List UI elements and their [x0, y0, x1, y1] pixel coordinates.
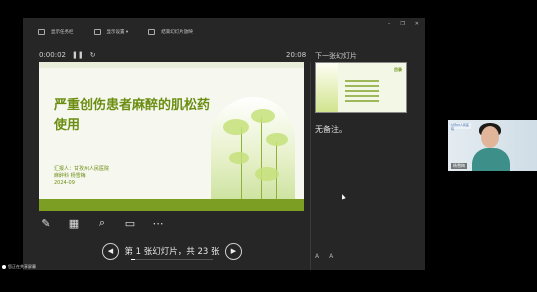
slide-department: 麻醉科 杨雪梅 — [54, 173, 86, 179]
next-icon[interactable]: ▶ — [225, 242, 242, 260]
presenter-toolbar: 显示任务栏 显示设置 ▾ 结束幻灯片放映 — [23, 18, 425, 45]
pause-icon[interactable]: ❚❚ — [72, 51, 84, 59]
close-button[interactable]: ✕ — [415, 21, 419, 27]
display-settings-button[interactable]: 显示设置 ▾ — [93, 28, 129, 35]
slide-meta: 汇报人：甘孜州人民医院 麻醉科 杨雪梅 2024-09 — [54, 166, 109, 187]
clock: 20:08 — [286, 51, 307, 59]
sharing-icon — [2, 265, 6, 269]
slide-navigation: ◀ 第 1 张幻灯片，共 23 张 ▶ — [102, 242, 242, 260]
current-slide[interactable]: 严重创伤患者麻醉的肌松药使用 汇报人：甘孜州人民医院 麻醉科 杨雪梅 2024-… — [39, 62, 304, 211]
presenter-view: 显示任务栏 显示设置 ▾ 结束幻灯片放映 – ❐ ✕ 0:00:02 ❚❚ ↻ … — [23, 18, 425, 270]
end-slideshow-label: 结束幻灯片放映 — [161, 29, 193, 35]
prev-icon[interactable]: ◀ — [102, 242, 119, 260]
slide-progress-fill — [131, 259, 135, 260]
show-taskbar-button[interactable]: 显示任务栏 — [38, 28, 74, 35]
slide-progress-bar — [131, 259, 213, 260]
end-slideshow-button[interactable]: 结束幻灯片放映 — [148, 28, 193, 35]
display-settings-icon — [93, 28, 101, 35]
timer: 0:00:02 ❚❚ ↻ — [39, 51, 96, 59]
page-info: 第 1 张幻灯片，共 23 张 — [124, 247, 220, 257]
increase-font-button[interactable]: A — [315, 253, 319, 260]
slide-bottom-bar — [39, 199, 304, 211]
slide-plant-illustration — [211, 97, 295, 201]
next-thumb-lines — [345, 80, 379, 105]
restore-button[interactable]: ❐ — [400, 21, 404, 27]
show-taskbar-label: 显示任务栏 — [51, 29, 74, 35]
webcam-poster: 甘孜州人民医院 — [451, 123, 471, 131]
zoom-icon[interactable]: ⌕ — [94, 215, 110, 231]
webcam-name: 杨雪梅 — [451, 163, 467, 169]
webcam-video[interactable]: 甘孜州人民医院 杨雪梅 — [448, 120, 537, 171]
share-status-text: 您正在共享屏幕 — [8, 264, 36, 269]
slide-date: 2024-09 — [54, 180, 75, 186]
slide-tools: ✎ ▦ ⌕ ▭ ⋯ — [38, 215, 166, 231]
slide-reporter: 汇报人：甘孜州人民医院 — [54, 166, 110, 172]
font-size-controls: A A — [315, 253, 333, 260]
more-icon[interactable]: ⋯ — [150, 215, 166, 231]
screen-icon[interactable]: ▭ — [122, 215, 138, 231]
slide-top-stripe — [39, 62, 304, 68]
panel-divider[interactable] — [310, 62, 311, 270]
reset-icon[interactable]: ↻ — [90, 51, 96, 59]
slide-title: 严重创伤患者麻醉的肌松药使用 — [54, 98, 211, 133]
pen-icon[interactable]: ✎ — [38, 215, 54, 231]
window-controls: – ❐ ✕ — [388, 21, 419, 27]
taskbar-icon — [38, 28, 45, 35]
end-show-icon — [148, 28, 156, 35]
speaker-notes[interactable]: 无备注。 — [315, 124, 347, 135]
display-settings-label: 显示设置 ▾ — [106, 29, 129, 35]
slides-grid-icon[interactable]: ▦ — [66, 215, 82, 231]
minimize-button[interactable]: – — [388, 21, 391, 27]
next-slide-thumbnail[interactable]: 目录 — [315, 62, 407, 113]
elapsed-time: 0:00:02 — [39, 51, 66, 59]
next-slide-label: 下一张幻灯片 — [315, 52, 357, 60]
share-status: 您正在共享屏幕 — [2, 264, 36, 270]
next-thumb-title: 目录 — [394, 67, 402, 72]
next-thumb-panel — [316, 63, 338, 112]
decrease-font-button[interactable]: A — [329, 253, 333, 260]
